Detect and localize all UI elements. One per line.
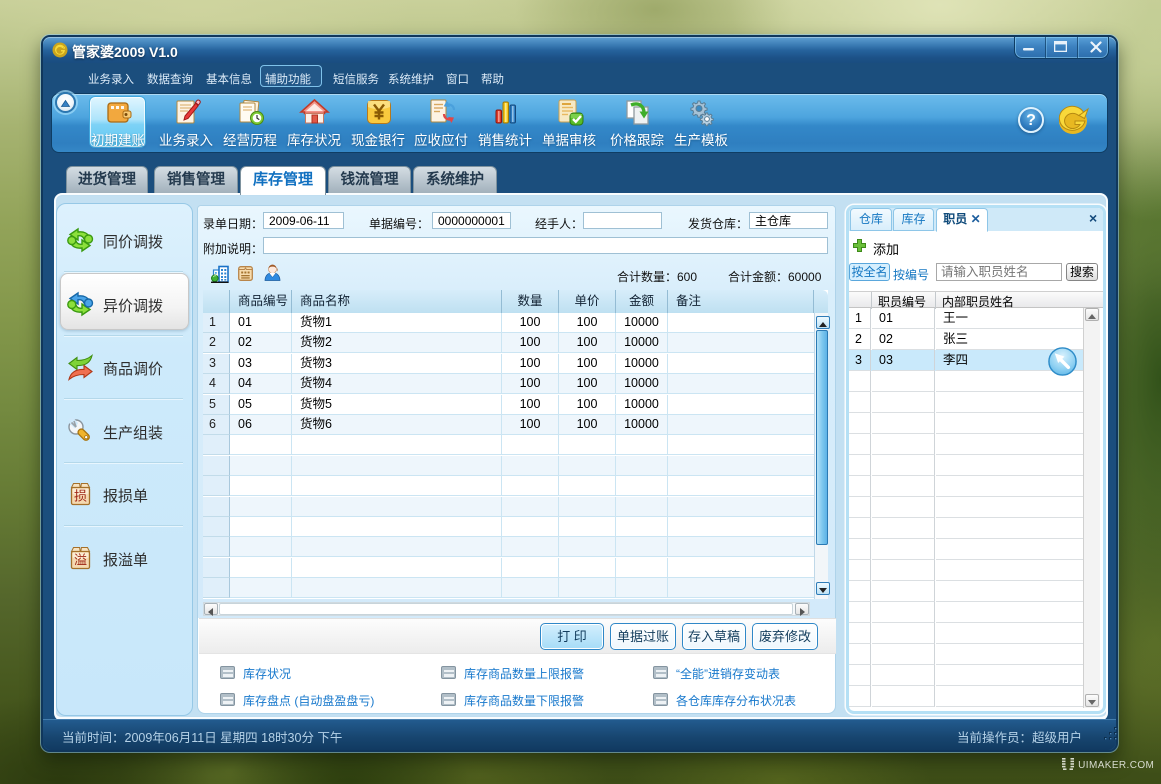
svg-text:溢: 溢	[74, 552, 87, 567]
svg-text:损: 损	[74, 489, 87, 504]
